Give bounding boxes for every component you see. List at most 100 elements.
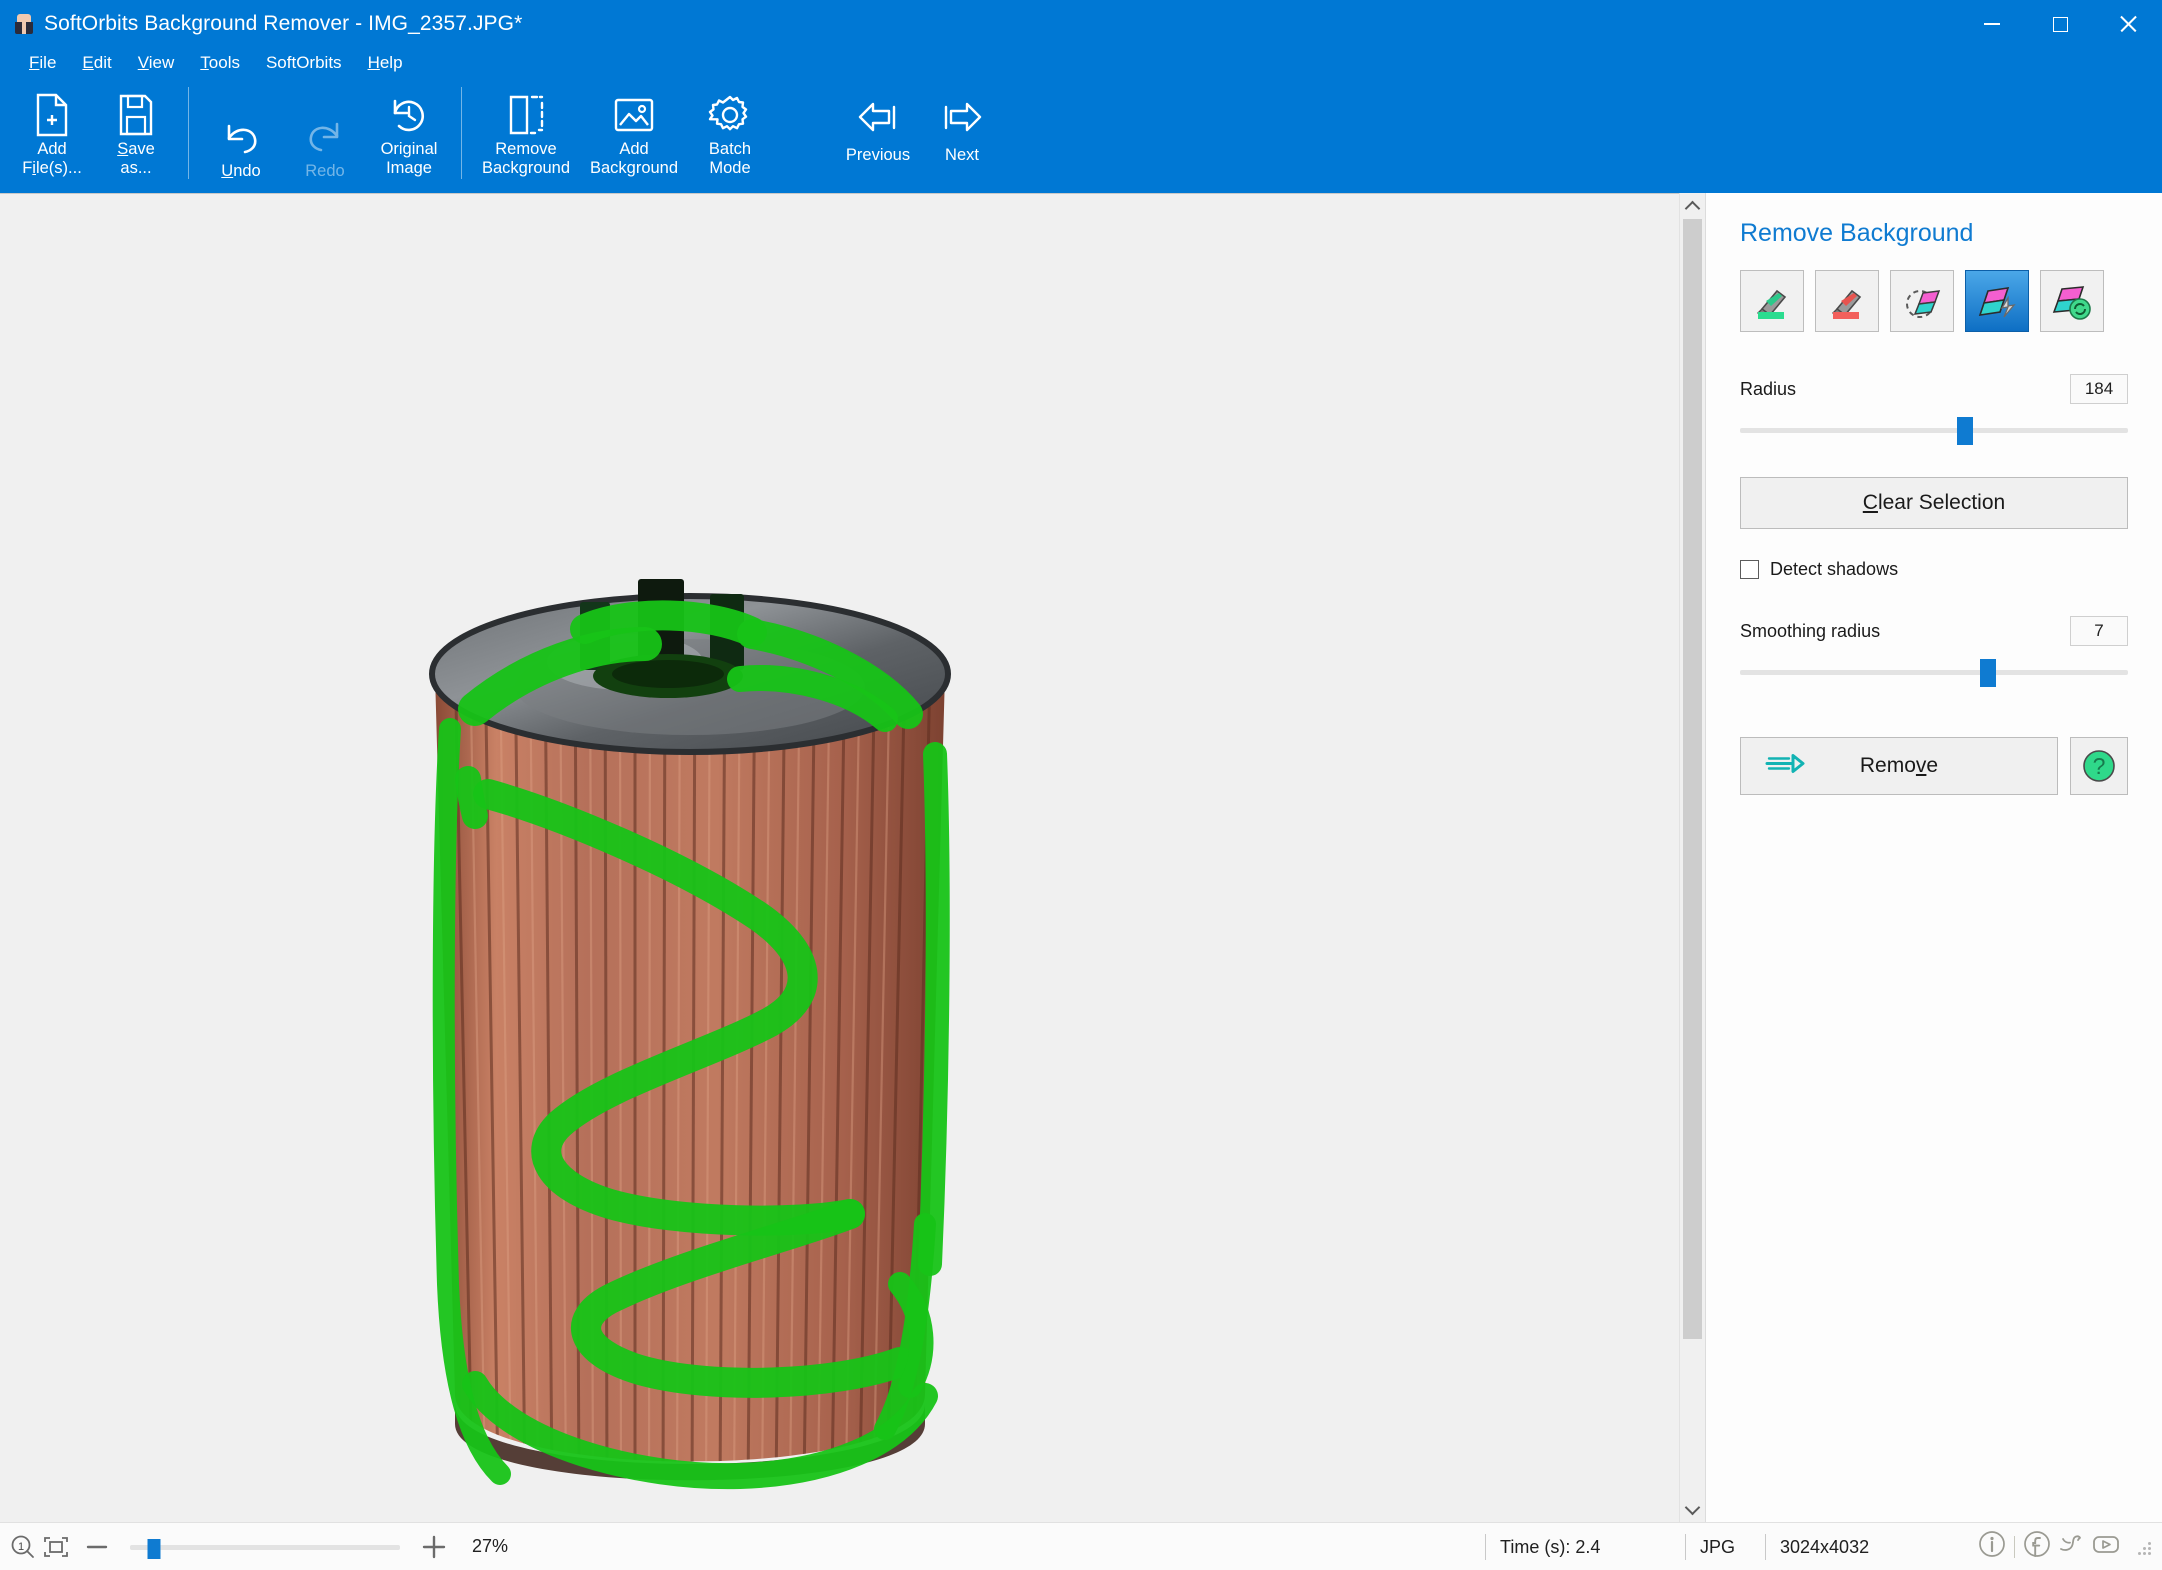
eraser-tool[interactable] [1890, 270, 1954, 332]
add-background-label: Add Background [589, 140, 679, 178]
radius-row: Radius 184 [1740, 374, 2128, 404]
detect-shadows-checkbox[interactable] [1740, 560, 1759, 579]
clear-selection-label: Clear Selection [1862, 491, 2006, 514]
panel-title: Remove Background [1740, 219, 1974, 247]
redo-label: Redo [305, 162, 345, 180]
svg-text:1: 1 [18, 1541, 24, 1553]
redo-icon [303, 114, 347, 160]
close-button[interactable] [2094, 0, 2162, 48]
magic-wand-tool[interactable] [1965, 270, 2029, 332]
add-file-icon [32, 92, 72, 138]
add-files-button[interactable]: Add File(s)... [10, 84, 94, 184]
scrollbar-thumb[interactable] [1683, 219, 1702, 1339]
info-icon[interactable] [1977, 1529, 2007, 1564]
zoom-out-button[interactable] [84, 1534, 110, 1560]
panel-action-row: Remove ? [1740, 737, 2128, 795]
original-image-button[interactable]: Original Image [367, 84, 451, 184]
maximize-button[interactable] [2026, 0, 2094, 48]
remove-background-icon [505, 92, 547, 138]
previous-arrow-icon [854, 92, 902, 144]
save-as-button[interactable]: Save as... [94, 84, 178, 184]
tool-button-row [1740, 270, 2128, 332]
smoothing-radius-label: Smoothing radius [1740, 620, 1881, 641]
undo-label: Undo [221, 162, 261, 180]
detect-shadows-row[interactable]: Detect shadows [1740, 559, 2128, 580]
history-icon [387, 92, 431, 138]
app-icon [14, 14, 34, 34]
batch-mode-label: Batch Mode [708, 140, 752, 178]
svg-text:?: ? [2093, 753, 2106, 779]
save-as-label: Save as... [117, 140, 155, 178]
zoom-in-button[interactable] [420, 1533, 448, 1561]
scroll-up-button[interactable] [1680, 193, 1706, 219]
zoom-slider-track[interactable] [130, 1544, 400, 1550]
toolbar-separator-1 [188, 87, 189, 179]
workspace: Remove Background Radius 184 Clear Selec… [0, 193, 2162, 1522]
twitter-icon[interactable] [2056, 1529, 2086, 1564]
toolbar: Add File(s)... Save as... Undo Redo Orig… [0, 78, 2162, 193]
social-divider [2014, 1535, 2015, 1558]
menu-edit[interactable]: Edit [69, 51, 124, 75]
scroll-down-button[interactable] [1680, 1496, 1706, 1522]
zoom-slider[interactable] [130, 1537, 400, 1559]
resize-grip[interactable] [2134, 1538, 2152, 1556]
undo-icon [219, 114, 263, 160]
smoothing-slider-thumb[interactable] [1980, 659, 1997, 687]
add-files-label: Add File(s)... [22, 140, 82, 178]
remove-button[interactable]: Remove [1740, 737, 2058, 795]
restore-tool[interactable] [2040, 270, 2104, 332]
right-arrow-icon [1763, 751, 1807, 782]
youtube-icon[interactable] [2090, 1529, 2122, 1564]
fit-to-window-icon[interactable] [42, 1534, 70, 1560]
image-icon [612, 92, 656, 138]
zoom-actual-size-icon[interactable]: 1 [10, 1534, 36, 1560]
window-controls [1958, 0, 2162, 48]
status-dimensions: 3024x4032 [1765, 1533, 1955, 1560]
oil-filter-photo [429, 579, 951, 1490]
smoothing-radius-slider[interactable] [1740, 655, 2128, 689]
remove-background-panel: Remove Background Radius 184 Clear Selec… [1705, 193, 2162, 1522]
status-format: JPG [1685, 1533, 1765, 1560]
menu-softorbits[interactable]: SoftOrbits [253, 51, 355, 75]
radius-slider[interactable] [1740, 413, 2128, 447]
canvas-vertical-scrollbar[interactable] [1679, 193, 1705, 1522]
previous-button[interactable]: Previous [836, 84, 920, 176]
menu-tools[interactable]: Tools [187, 51, 253, 75]
marker-remove-tool[interactable] [1815, 270, 1879, 332]
radius-slider-thumb[interactable] [1957, 417, 1974, 445]
social-links [1977, 1529, 2122, 1564]
save-icon [116, 92, 156, 138]
zoom-slider-thumb[interactable] [147, 1538, 161, 1559]
status-time: Time (s): 2.4 [1485, 1533, 1685, 1560]
radius-slider-track[interactable] [1740, 428, 2128, 433]
toolbar-separator-2 [461, 87, 462, 179]
next-button[interactable]: Next [920, 84, 1004, 176]
clear-selection-button[interactable]: Clear Selection [1740, 477, 2128, 529]
undo-button[interactable]: Undo [199, 84, 283, 184]
add-background-button[interactable]: Add Background [580, 84, 688, 184]
smoothing-radius-row: Smoothing radius 7 [1740, 616, 2128, 646]
status-bar: 1 27% Time (s): 2.4 JPG 3024x4032 [0, 1522, 2162, 1570]
menu-file[interactable]: FFileile [16, 51, 69, 75]
detect-shadows-label: Detect shadows [1770, 559, 1899, 579]
menu-view[interactable]: View [125, 51, 188, 75]
next-arrow-icon [938, 92, 986, 144]
radius-label: Radius [1740, 378, 1797, 399]
next-label: Next [945, 146, 979, 164]
smoothing-slider-track[interactable] [1740, 670, 2128, 675]
remove-background-button[interactable]: Remove Background [472, 84, 580, 184]
radius-value-field[interactable]: 184 [2070, 374, 2128, 404]
help-button[interactable]: ? [2070, 737, 2128, 795]
smoothing-radius-value-field[interactable]: 7 [2070, 616, 2128, 646]
original-image-label: Original Image [380, 140, 438, 178]
facebook-icon[interactable] [2022, 1529, 2052, 1564]
menu-help[interactable]: Help [355, 51, 416, 75]
batch-mode-button[interactable]: Batch Mode [688, 84, 772, 184]
remove-background-label: Remove Background [481, 140, 571, 178]
image-canvas[interactable] [0, 193, 1679, 1522]
redo-button[interactable]: Redo [283, 84, 367, 184]
minimize-button[interactable] [1958, 0, 2026, 48]
marker-keep-tool[interactable] [1740, 270, 1804, 332]
title-bar: SoftOrbits Background Remover - IMG_2357… [0, 0, 2162, 48]
gear-icon [708, 92, 752, 138]
